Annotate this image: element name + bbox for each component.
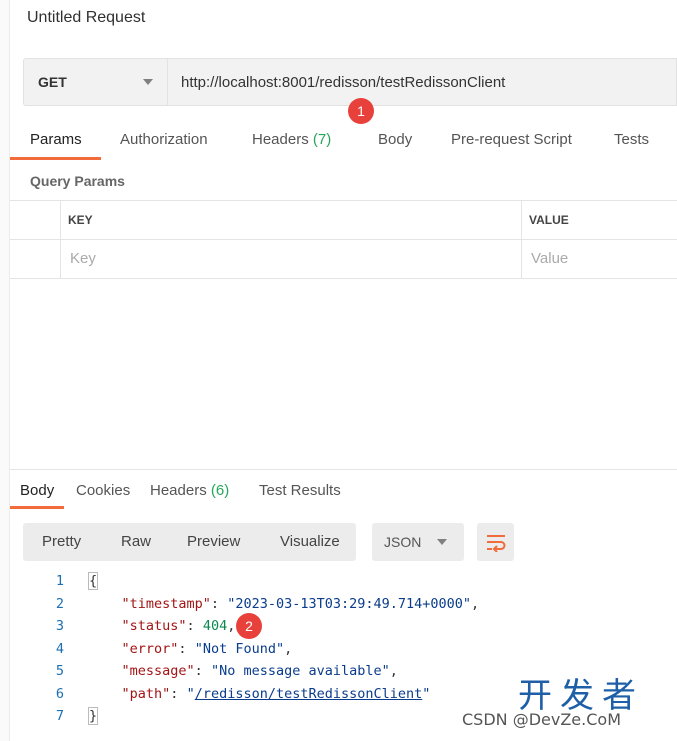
query-params-table: KEY VALUE Key Value [10,200,677,279]
query-params-label: Query Params [30,173,125,189]
response-tab-headers[interactable]: Headers (6) [150,478,229,516]
tab-authorization[interactable]: Authorization [120,122,208,160]
tab-headers-label: Headers [252,131,309,148]
code-text: "message": "No message available", [121,663,398,679]
pretty-button[interactable]: Pretty [42,533,81,550]
column-header-value: VALUE [529,213,569,227]
chevron-down-icon [437,539,447,545]
tab-prerequest-script[interactable]: Pre-request Script [451,122,572,160]
json-key: "message" [121,663,195,679]
column-separator [60,240,61,278]
json-key: "path" [121,686,171,702]
column-separator [521,240,522,278]
preview-button[interactable]: Preview [187,533,240,550]
key-input[interactable]: Key [70,250,96,267]
method-label: GET [38,74,67,90]
line-number: 1 [55,573,64,589]
active-tab-indicator [10,157,101,160]
line-number: 4 [55,641,64,657]
line-number: 2 [55,596,64,612]
url-input[interactable]: http://localhost:8001/redisson/testRedis… [167,58,677,106]
line-number: 5 [55,663,64,679]
response-tabs: Body Cookies Headers (6) Test Results [10,478,677,512]
json-key: "status" [121,618,187,634]
method-select[interactable]: GET [23,58,167,106]
json-value: "No message available" [210,663,390,679]
response-tab-test-results[interactable]: Test Results [259,478,341,516]
value-input[interactable]: Value [531,250,568,267]
code-text: { [87,572,99,590]
json-link-value[interactable]: /redisson/testRedissonClient [195,686,423,702]
table-row: Key Value [10,240,677,279]
wrap-lines-icon [486,535,505,552]
raw-button[interactable]: Raw [121,533,151,550]
request-tabs: Params Authorization Headers (7) Body Pr… [10,122,677,160]
response-tab-body[interactable]: Body [20,478,54,516]
code-text: } [87,707,99,725]
format-select[interactable]: JSON [372,523,464,561]
open-brace: { [87,572,99,590]
code-line: 1 { [10,572,677,595]
line-number: 6 [55,686,64,702]
code-line: 3 "status": 404, [10,618,677,640]
left-sidebar-edge [0,0,10,741]
column-separator [60,201,61,239]
active-response-tab-indicator [10,506,64,509]
tab-headers-count: (7) [312,131,332,148]
code-text: "error": "Not Found", [121,641,293,657]
column-header-key: KEY [68,213,93,227]
tab-tests[interactable]: Tests [614,122,649,160]
wrap-lines-button[interactable] [477,523,514,561]
json-value: "2023-03-13T03:29:49.714+0000" [227,596,472,612]
pane-divider[interactable] [10,469,677,470]
response-tab-headers-label: Headers [150,482,207,499]
code-text: "status": 404, [121,618,236,634]
annotation-badge-2: 2 [236,613,262,639]
code-text: "path": "/redisson/testRedissonClient" [121,686,431,702]
tab-params[interactable]: Params [30,122,82,160]
code-text: "timestamp": "2023-03-13T03:29:49.714+00… [121,596,480,612]
code-line: 4 "error": "Not Found", [10,641,677,663]
line-number: 7 [55,708,64,724]
view-mode-group: Pretty Raw Preview Visualize [23,523,356,561]
response-tab-headers-count: (6) [210,482,230,499]
request-bar: GET http://localhost:8001/redisson/testR… [23,58,677,106]
tab-body[interactable]: Body [378,122,412,160]
column-separator [521,201,522,239]
visualize-button[interactable]: Visualize [280,533,340,550]
response-tab-cookies[interactable]: Cookies [76,478,130,516]
line-number: 3 [55,618,64,634]
close-brace: } [87,707,99,725]
json-value: 404 [202,618,228,634]
chevron-down-icon [143,79,153,85]
request-title[interactable]: Untitled Request [27,9,145,27]
json-key: "timestamp" [121,596,211,612]
json-key: "error" [121,641,179,657]
table-header: KEY VALUE [10,200,677,240]
tab-headers[interactable]: Headers (7) [252,122,331,160]
format-label: JSON [384,534,422,550]
code-line: 2 "timestamp": "2023-03-13T03:29:49.714+… [10,596,677,618]
json-value: "Not Found" [194,641,285,657]
annotation-badge-1: 1 [348,98,374,124]
watermark-source-text: CSDN @DevZe.CoM [462,710,621,729]
